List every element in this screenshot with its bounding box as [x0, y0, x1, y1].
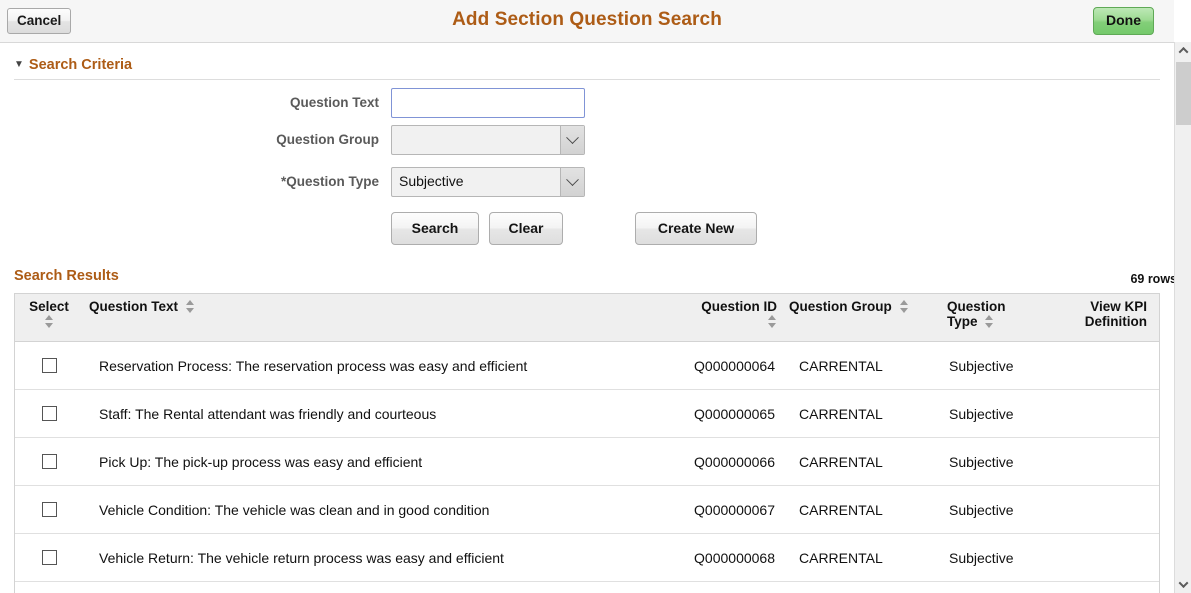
page-root: Cancel Add Section Question Search Done …	[0, 0, 1191, 593]
cell-question-type: Subjective	[941, 502, 1031, 518]
question-text-row: Question Text	[0, 88, 1174, 125]
cell-question-id: Q000000064	[683, 358, 783, 374]
column-header-question-type-line1: Question	[947, 299, 1006, 314]
question-group-label: Question Group	[276, 132, 379, 147]
column-header-question-id-label: Question ID	[701, 299, 777, 314]
row-select-cell	[15, 358, 83, 373]
column-header-view-kpi-line1: View KPI	[1090, 299, 1147, 314]
column-header-question-type[interactable]: Question Type	[941, 294, 1031, 341]
row-select-cell	[15, 550, 83, 565]
create-new-button[interactable]: Create New	[635, 212, 757, 245]
cell-question-id: Q000000066	[683, 454, 783, 470]
scroll-down-arrow-icon[interactable]	[1175, 576, 1191, 593]
section-divider	[14, 79, 1160, 80]
cell-question-group: CARRENTAL	[783, 454, 941, 470]
scroll-up-arrow-icon[interactable]	[1175, 42, 1191, 59]
cell-question-group: CARRENTAL	[783, 358, 941, 374]
cell-question-text: Vehicle Return: The vehicle return proce…	[83, 550, 683, 566]
cell-question-type: Subjective	[941, 358, 1031, 374]
cell-question-type: Subjective	[941, 406, 1031, 422]
row-select-checkbox[interactable]	[42, 454, 57, 469]
search-results-table: Select Question Text Question ID Questio…	[14, 293, 1160, 593]
row-select-checkbox[interactable]	[42, 358, 57, 373]
cell-question-type: Subjective	[941, 550, 1031, 566]
cell-question-id: Q000000065	[683, 406, 783, 422]
row-select-cell	[15, 502, 83, 517]
question-type-control: Subjective	[391, 167, 585, 197]
table-row: Staff: The Rental attendant was friendly…	[15, 390, 1159, 438]
table-row: Vehicle Return: The vehicle return proce…	[15, 534, 1159, 582]
table-row: Reservation Process: The reservation pro…	[15, 342, 1159, 390]
search-results-title: Search Results	[14, 268, 119, 284]
column-header-view-kpi-line2: Definition	[1085, 314, 1147, 329]
sort-icon[interactable]	[985, 315, 994, 328]
question-type-row: *Question Type Subjective	[0, 167, 1174, 209]
scrollbar-thumb[interactable]	[1176, 62, 1191, 125]
cell-question-id: Q000000067	[683, 502, 783, 518]
cell-question-type: Subjective	[941, 454, 1031, 470]
cell-question-text: Reservation Process: The reservation pro…	[83, 358, 683, 374]
search-criteria-actions: Search Clear Create New	[391, 212, 757, 245]
question-type-value: Subjective	[399, 173, 464, 189]
question-type-select[interactable]: Subjective	[391, 167, 585, 197]
sort-icon[interactable]	[900, 300, 909, 313]
column-header-question-id[interactable]: Question ID	[683, 294, 783, 341]
toolbar-right-gap	[1174, 0, 1191, 42]
question-text-input[interactable]	[391, 88, 585, 118]
collapse-triangle-icon[interactable]: ▼	[14, 59, 24, 70]
cell-question-text: Vehicle Condition: The vehicle was clean…	[83, 502, 683, 518]
question-type-label: *Question Type	[281, 174, 379, 189]
table-row-partial	[15, 582, 1159, 593]
search-criteria-form: Question Text Question Group *Question T…	[0, 88, 1174, 209]
question-text-label: Question Text	[290, 95, 379, 110]
search-criteria-section-header: ▼ Search Criteria	[14, 57, 1160, 73]
chevron-down-icon[interactable]	[560, 126, 584, 154]
column-header-select[interactable]: Select	[15, 294, 83, 341]
sort-icon[interactable]	[45, 315, 54, 328]
search-results-section-header: Search Results	[14, 268, 1160, 284]
question-group-select[interactable]	[391, 125, 585, 155]
sort-icon[interactable]	[186, 300, 195, 313]
page-title: Add Section Question Search	[0, 9, 1174, 31]
search-button[interactable]: Search	[391, 212, 479, 245]
row-count-label: 69 rows	[1130, 272, 1177, 286]
chevron-down-icon[interactable]	[560, 168, 584, 196]
row-select-cell	[15, 406, 83, 421]
column-header-question-text-label: Question Text	[89, 299, 178, 314]
search-criteria-title: Search Criteria	[29, 57, 132, 73]
row-select-cell	[15, 454, 83, 469]
cell-question-group: CARRENTAL	[783, 550, 941, 566]
sort-icon[interactable]	[768, 315, 777, 328]
table-header-row: Select Question Text Question ID Questio…	[15, 294, 1159, 342]
column-header-question-group[interactable]: Question Group	[783, 294, 941, 341]
page-toolbar: Cancel Add Section Question Search Done	[0, 0, 1174, 43]
column-header-select-label: Select	[29, 299, 69, 314]
question-group-row: Question Group	[0, 125, 1174, 167]
row-select-checkbox[interactable]	[42, 406, 57, 421]
question-group-control	[391, 125, 585, 155]
clear-button[interactable]: Clear	[489, 212, 563, 245]
cell-question-id: Q000000068	[683, 550, 783, 566]
column-header-question-text[interactable]: Question Text	[83, 294, 683, 341]
table-row: Pick Up: The pick-up process was easy an…	[15, 438, 1159, 486]
question-text-control	[391, 88, 585, 118]
table-row: Vehicle Condition: The vehicle was clean…	[15, 486, 1159, 534]
vertical-scrollbar[interactable]	[1174, 42, 1191, 593]
cell-question-group: CARRENTAL	[783, 502, 941, 518]
row-select-checkbox[interactable]	[42, 502, 57, 517]
cell-question-group: CARRENTAL	[783, 406, 941, 422]
column-header-view-kpi-definition: View KPI Definition	[1031, 294, 1153, 341]
column-header-question-type-line2: Type	[947, 314, 978, 329]
cell-question-text: Pick Up: The pick-up process was easy an…	[83, 454, 683, 470]
row-select-checkbox[interactable]	[42, 550, 57, 565]
cell-question-text: Staff: The Rental attendant was friendly…	[83, 406, 683, 422]
column-header-question-group-label: Question Group	[789, 299, 892, 314]
done-button[interactable]: Done	[1093, 7, 1154, 35]
